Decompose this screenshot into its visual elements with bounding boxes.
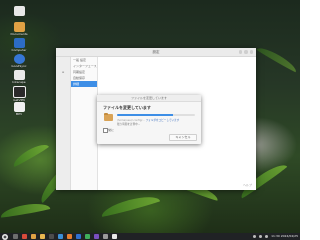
taskbar-app-writer-icon[interactable] xyxy=(58,234,63,239)
folder-icon xyxy=(104,112,113,121)
home-icon xyxy=(13,6,25,16)
detail-selected: フォルダをコピーしています xyxy=(145,119,180,122)
desktop-icon-inkscape[interactable]: Inkscape xyxy=(6,70,32,85)
wallpaper-leaf xyxy=(0,200,51,219)
desktop-icon-goodsync[interactable]: GoodSync xyxy=(6,54,32,69)
taskbar-apps xyxy=(13,234,117,239)
desktop-icon-documents[interactable]: Documents xyxy=(6,22,32,37)
close-button[interactable] xyxy=(249,50,253,54)
cancel-button[interactable]: キャンセル xyxy=(169,134,197,141)
battery-icon[interactable] xyxy=(265,234,269,238)
settings-nav: 一般 設定 インターフェース 同期設定 自動保存 詳細 xyxy=(71,57,98,190)
nav-item-advanced[interactable]: 詳細 xyxy=(71,81,97,87)
progress-fill xyxy=(117,114,174,116)
window-controls xyxy=(238,50,253,54)
desktop-icon-computer[interactable]: Computer xyxy=(6,38,32,53)
system-tray: 11:30 2024/04/25 xyxy=(253,234,298,238)
wallpaper-leaf xyxy=(10,140,50,168)
dialog-heading: ファイルを変更しています xyxy=(103,105,151,110)
window-titlebar[interactable]: 設定 xyxy=(56,48,256,57)
taskbar-app-app-white-icon[interactable] xyxy=(112,234,117,239)
taskbar-app-files-icon[interactable] xyxy=(13,234,18,239)
dialog-title: ファイルを変更しています xyxy=(97,95,201,102)
computer-icon xyxy=(13,38,25,48)
inkscape-icon xyxy=(13,70,25,80)
wallpaper-leaf xyxy=(99,192,161,218)
desktop-icon-getvpn[interactable]: GetVPN xyxy=(6,86,32,103)
taskbar: ◉ 11:30 2024/04/25 xyxy=(0,233,300,240)
progress-dialog: ファイルを変更しています ファイルを変更しています /home/user/.co… xyxy=(97,95,201,144)
start-menu-button[interactable]: ◉ xyxy=(2,233,8,240)
checkbox-label: 常に xyxy=(108,127,115,132)
taskbar-app-browser-red-icon[interactable] xyxy=(22,234,27,239)
taskbar-app-app-purple-icon[interactable] xyxy=(94,234,99,239)
desktop-icon-label: Documents xyxy=(10,33,28,36)
taskbar-app-terminal-icon[interactable] xyxy=(49,234,54,239)
vpn-icon xyxy=(12,86,26,98)
window-title: 設定 xyxy=(152,49,160,54)
wallpaper-leaf xyxy=(256,44,299,73)
desktop-icon-label: MPV xyxy=(15,113,23,116)
desktop-icon-home[interactable] xyxy=(6,6,32,17)
help-button[interactable]: ヘルプ xyxy=(243,183,252,187)
taskbar-app-app-gray-icon[interactable] xyxy=(103,234,108,239)
volume-icon[interactable] xyxy=(259,234,263,238)
folder-icon xyxy=(13,22,25,32)
sync-icon xyxy=(13,54,25,64)
taskbar-app-mail-icon[interactable] xyxy=(31,234,36,239)
taskbar-app-app-green-icon[interactable] xyxy=(85,234,90,239)
clock[interactable]: 11:30 2024/04/25 xyxy=(271,234,298,238)
desktop-icon-label: GoodSync xyxy=(11,65,27,68)
minimize-button[interactable] xyxy=(238,50,242,54)
menu-icon[interactable]: ≡ xyxy=(56,70,70,74)
network-icon[interactable] xyxy=(253,234,257,238)
desktop-icon-label: Inkscape xyxy=(12,81,26,84)
progress-bar xyxy=(117,114,195,116)
desktop-icon-mpv[interactable]: MPV xyxy=(6,102,32,117)
desktop-icon-label: Computer xyxy=(11,49,27,52)
maximize-button[interactable] xyxy=(244,50,248,54)
taskbar-app-media-orange-icon[interactable] xyxy=(67,234,72,239)
taskbar-app-app-blue-icon[interactable] xyxy=(76,234,81,239)
dialog-extra-text: 残り時間を計算中... xyxy=(117,123,141,126)
taskbar-app-folder-icon[interactable] xyxy=(40,234,45,239)
media-player-icon xyxy=(13,102,25,112)
window-sidebar: ≡ xyxy=(56,57,71,190)
